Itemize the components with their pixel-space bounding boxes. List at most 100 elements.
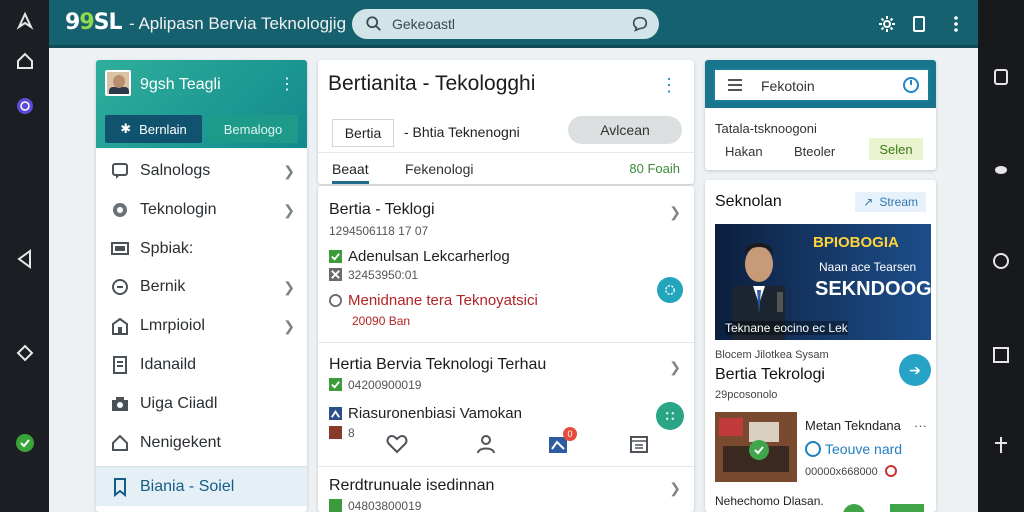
timer-icon[interactable]	[902, 76, 920, 94]
more-vertical-icon[interactable]	[945, 13, 967, 35]
chat-bubble-icon	[112, 163, 128, 179]
select-button[interactable]: Selen	[869, 138, 923, 160]
chevron-right-icon[interactable]: ❯	[669, 480, 681, 497]
sidebar-item-3[interactable]: Spbiak:	[96, 230, 307, 268]
grid-fab[interactable]	[656, 402, 684, 430]
video-banner[interactable]: BPIOBOGIA Naan ace Tearsen SEKNDOOGY Tek…	[715, 224, 931, 340]
profile-icon[interactable]	[475, 433, 497, 455]
chat-bubble-icon[interactable]	[631, 15, 649, 33]
sidebar-item-9[interactable]: Biania - Soiel	[96, 466, 307, 506]
room-image	[715, 412, 797, 482]
sidebar-item-7[interactable]: Uiga Ciiadl	[96, 385, 307, 423]
sidebar-item-label: Teknologin	[140, 201, 217, 218]
news-title: Rerdtrunuale isedinnan	[329, 477, 495, 494]
more-vertical-icon[interactable]: ⋮	[660, 75, 678, 96]
item-sub-text: Teouve nard	[825, 441, 903, 457]
menu-icon[interactable]	[727, 78, 743, 92]
home-icon[interactable]	[14, 50, 36, 72]
gear-small-icon: ✱	[120, 121, 132, 136]
cross-icon	[329, 268, 342, 281]
sidebar-item-5[interactable]: Lmrpioiol ❯	[96, 307, 307, 345]
sidebar-item-6[interactable]: Idanaild	[96, 346, 307, 384]
news-line-text: Riasuronenbiasi Vamokan	[348, 405, 522, 422]
sidebar-item-4[interactable]: Bernik ❯	[96, 268, 307, 306]
category-chip[interactable]: Bertia	[332, 119, 394, 147]
chevron-right-icon[interactable]: ❯	[669, 204, 681, 221]
tab-active[interactable]: Beaat	[332, 161, 369, 184]
home-circle-icon[interactable]	[990, 250, 1012, 272]
bookmark-icon	[114, 477, 126, 497]
sidebar-item-label: Bernik	[140, 278, 186, 295]
sidebar-item-2[interactable]: Teknologin ❯	[96, 191, 307, 229]
sidebar-item-label: Nenigekent	[140, 434, 221, 451]
navigation-arrow-icon[interactable]	[14, 10, 36, 32]
banner-caption: Teknane eocino ec Lek	[725, 321, 848, 335]
recents-square-icon[interactable]	[990, 66, 1012, 88]
tab-count[interactable]: 80 Foaih	[629, 161, 680, 176]
list-item[interactable]: Hertia Bervia Teknologi Terhau ❯ 0420090…	[318, 342, 694, 466]
building-icon	[112, 317, 128, 335]
list-item[interactable]: Rerdtrunuale isedinnan ❯ 04803800019	[318, 466, 694, 512]
news-line-text: 8	[348, 426, 355, 440]
item-title[interactable]: Metan Tekndana	[805, 418, 901, 433]
sidebar-item-8[interactable]: Nenigekent	[96, 424, 307, 462]
right-feed-card: Seknolan ↗ Stream BPIOBOGIA Naan ace Tear…	[705, 180, 936, 512]
app-badge-icon[interactable]	[14, 95, 36, 117]
room-thumbnail[interactable]	[715, 412, 797, 482]
tablet-icon[interactable]	[908, 13, 930, 35]
arrow-right-icon: ➔	[909, 361, 921, 378]
avatar[interactable]	[105, 70, 131, 96]
cloud-icon[interactable]	[990, 158, 1012, 180]
item-date-row: 00000x668000	[805, 465, 897, 478]
search-input[interactable]	[392, 14, 612, 34]
sidebar-item-label: Uiga Ciiadl	[140, 395, 218, 412]
tab-first[interactable]: ✱ Bernlain	[105, 115, 202, 143]
sidebar-item-label: Salnologs	[140, 162, 211, 179]
chevron-right-icon: ❯	[283, 201, 295, 218]
item-date: 00000x668000	[805, 466, 878, 478]
back-triangle-icon[interactable]	[14, 248, 36, 270]
stream-icon: ↗	[863, 195, 874, 209]
chevron-right-icon[interactable]: ❯	[669, 359, 681, 376]
stream-chip[interactable]: ↗ Stream	[855, 192, 926, 212]
app-logo[interactable]: 99SL	[65, 10, 122, 35]
sidebar-item-1[interactable]: Salnologs ❯	[96, 152, 307, 190]
calendar-icon[interactable]	[628, 433, 650, 455]
image-icon	[329, 426, 342, 439]
list-item[interactable]: Bertia - Teklogi ❯ 1294506118 17 07 Aden…	[318, 186, 694, 342]
search-icon	[366, 16, 381, 31]
feed-news-title[interactable]: Bertia Tekrologi	[715, 366, 825, 384]
more-vertical-icon[interactable]: ⋮	[279, 74, 295, 94]
sidebar-item-label: Lmrpioiol	[140, 317, 205, 334]
top-app-bar: 99SL - Aplipasn Bervia Teknologjig Terur	[49, 0, 978, 48]
action-button[interactable]: Avlcean	[568, 116, 682, 144]
search-bar[interactable]	[352, 9, 659, 39]
tab-row: Beaat Fekenologi 80 Foaih	[318, 152, 694, 184]
chat-icon	[112, 279, 128, 295]
sidebar-item-label: Spbiak:	[140, 240, 194, 257]
news-title: Hertia Bervia Teknologi Terhau	[329, 356, 547, 373]
refresh-fab[interactable]	[657, 277, 683, 303]
item-more[interactable]: ···	[914, 418, 927, 433]
tab-secondary[interactable]: Fekenologi	[405, 161, 474, 177]
split-screen-icon[interactable]	[990, 434, 1012, 456]
filter-option[interactable]: Bteoler	[794, 144, 835, 159]
green-status-icon[interactable]	[14, 432, 36, 454]
settings-gear-icon[interactable]	[876, 13, 898, 35]
forward-fab[interactable]: ➔	[899, 354, 931, 386]
news-line: 32453950:01	[329, 268, 418, 282]
logo-letters: SL	[93, 10, 123, 35]
check-icon	[329, 378, 342, 391]
tab-second[interactable]: Bemalogo	[208, 115, 298, 143]
overview-square-icon[interactable]	[990, 344, 1012, 366]
feed-meta: Blocem Jilotkea Sysam	[715, 349, 829, 361]
heart-icon[interactable]	[386, 433, 408, 455]
filter-row-label: Tatala-tsknoogoni	[715, 121, 817, 136]
filter-option[interactable]: Hakan	[725, 144, 763, 159]
tag-icon[interactable]	[14, 342, 36, 364]
news-line: 8	[329, 426, 355, 440]
refresh-icon	[665, 285, 675, 295]
document-icon	[113, 356, 127, 374]
filter-search-box[interactable]: Fekotoin	[713, 68, 930, 102]
check-icon	[329, 250, 342, 263]
